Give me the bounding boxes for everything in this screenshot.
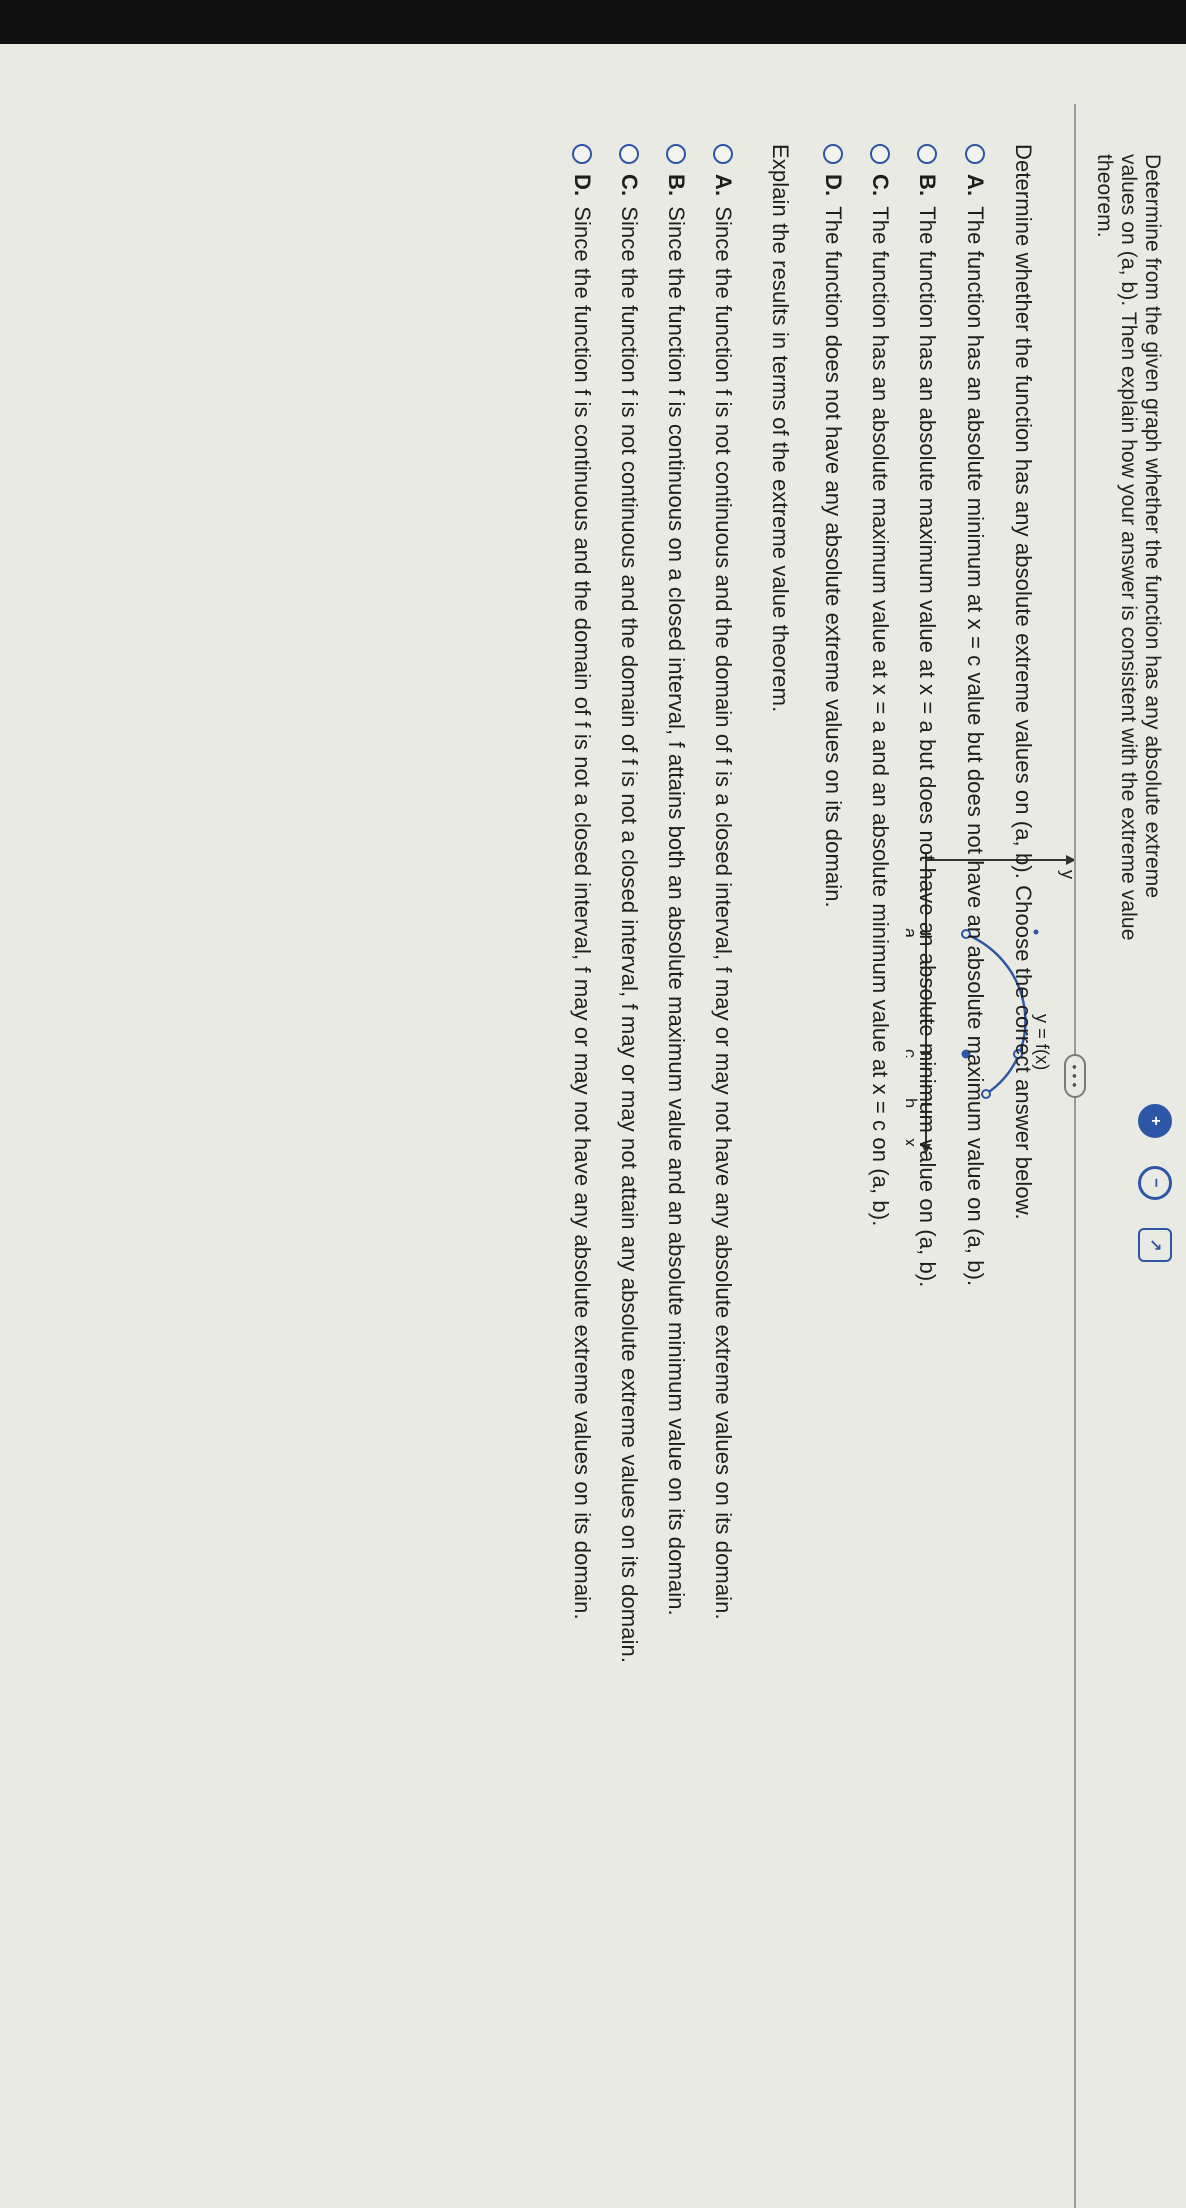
radio-button[interactable]	[870, 144, 890, 164]
radio-button[interactable]	[713, 144, 733, 164]
top-bezel	[0, 0, 1186, 44]
option-text: The function does not have any absolute …	[821, 206, 846, 908]
q2-option-a[interactable]: A. Since the function f is not continuou…	[710, 144, 736, 1620]
option-letter: D.	[821, 174, 846, 197]
radio-button[interactable]	[965, 144, 985, 164]
option-letter: B.	[915, 174, 940, 197]
option-text: Since the function f is not continuous a…	[617, 206, 642, 1664]
q2-option-d[interactable]: D. Since the function f is continuous an…	[569, 144, 595, 1620]
radio-button[interactable]	[917, 144, 937, 164]
question1-prompt: Determine whether the function has any a…	[1011, 144, 1036, 1220]
section-divider	[1074, 104, 1076, 2208]
zoom-in-icon[interactable]: +	[1138, 1104, 1172, 1138]
popout-icon[interactable]: ↗	[1138, 1228, 1172, 1262]
question-page: Determine from the given graph whether t…	[0, 44, 1186, 2208]
option-letter: A.	[963, 174, 988, 197]
q1-option-a[interactable]: A. The function has an absolute minimum …	[962, 144, 988, 1286]
option-letter: D.	[570, 174, 595, 197]
q2-option-b[interactable]: B. Since the function f is continuous on…	[663, 144, 689, 1616]
option-letter: B.	[664, 174, 689, 197]
radio-button[interactable]	[666, 144, 686, 164]
option-text: The function has an absolute maximum val…	[868, 206, 893, 1227]
q1-option-b[interactable]: B. The function has an absolute maximum …	[914, 144, 940, 1287]
screen: Determine from the given graph whether t…	[0, 44, 1186, 2208]
option-text: The function has an absolute maximum val…	[915, 206, 940, 1288]
option-text: The function has an absolute minimum at …	[963, 206, 988, 1287]
instructions-text: Determine from the given graph whether t…	[1093, 154, 1164, 941]
option-text: Since the function f is not continuous a…	[711, 206, 736, 1620]
zoom-out-icon[interactable]: −	[1138, 1166, 1172, 1200]
option-text: Since the function f is continuous and t…	[570, 206, 595, 1620]
q1-option-c[interactable]: C. The function has an absolute maximum …	[867, 144, 893, 1226]
option-letter: C.	[617, 174, 642, 197]
option-letter: C.	[868, 174, 893, 197]
graph-tools: + − ↗	[1112, 1104, 1172, 1284]
option-text: Since the function f is continuous on a …	[664, 206, 689, 1616]
radio-button[interactable]	[619, 144, 639, 164]
option-letter: A.	[711, 174, 736, 197]
radio-button[interactable]	[823, 144, 843, 164]
question2-prompt: Explain the results in terms of the extr…	[768, 144, 793, 713]
q2-option-c[interactable]: C. Since the function f is not continuou…	[616, 144, 642, 1663]
q1-option-d[interactable]: D. The function does not have any absolu…	[820, 144, 846, 908]
more-button[interactable]: • • •	[1064, 1054, 1086, 1098]
radio-button[interactable]	[572, 144, 592, 164]
